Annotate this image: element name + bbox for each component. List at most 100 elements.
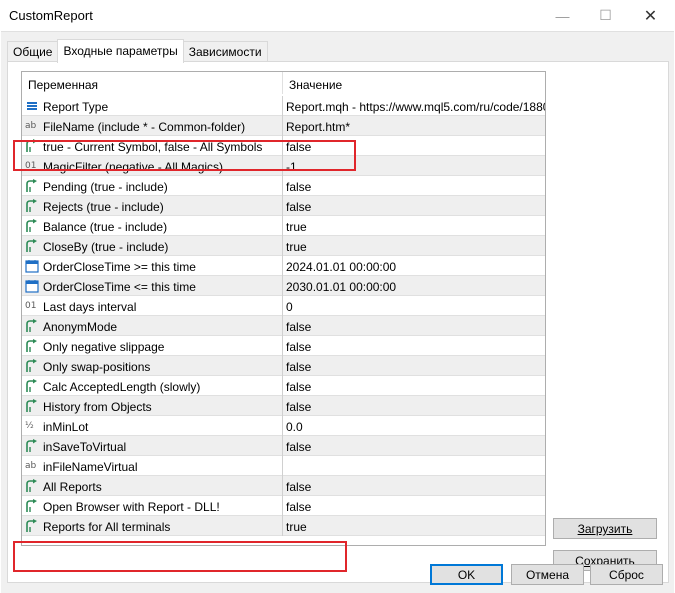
bool-icon <box>25 199 39 213</box>
table-row[interactable]: ab inFileNameVirtual <box>22 456 545 476</box>
parameter-name: Balance (true - include) <box>43 220 168 234</box>
parameter-name: Calc AcceptedLength (slowly) <box>43 380 201 394</box>
parameter-value[interactable]: false <box>286 360 311 374</box>
parameter-value[interactable]: true <box>286 520 307 534</box>
table-row[interactable]: ab FileName (include * - Common-folder) Re… <box>22 116 545 136</box>
bool-icon <box>25 239 39 253</box>
parameter-name: Pending (true - include) <box>43 180 168 194</box>
maximize-button[interactable]: ☐ <box>583 0 628 31</box>
parameter-name: inMinLot <box>43 420 89 434</box>
parameter-name: inFileNameVirtual <box>43 460 138 474</box>
tab-dependencies[interactable]: Зависимости <box>182 41 268 62</box>
tab-strip: Общие Входные параметры Зависимости <box>7 39 268 63</box>
table-row[interactable]: All Reports false <box>22 476 545 496</box>
parameter-value[interactable]: false <box>286 500 311 514</box>
parameter-name: OrderCloseTime >= this time <box>43 260 196 274</box>
table-row[interactable]: Only swap-positions false <box>22 356 545 376</box>
parameter-value[interactable]: false <box>286 440 311 454</box>
table-row[interactable]: Report Type Report.mqh - https://www.mql5… <box>22 96 545 116</box>
table-row[interactable]: AnonymMode false <box>22 316 545 336</box>
table-row[interactable]: CloseBy (true - include) true <box>22 236 545 256</box>
parameter-value[interactable]: false <box>286 400 311 414</box>
bool-icon <box>25 439 39 453</box>
parameter-value[interactable]: 2030.01.01 00:00:00 <box>286 280 396 294</box>
string-icon: ab <box>25 461 37 471</box>
reset-button[interactable]: Сброс <box>590 564 663 585</box>
close-button[interactable]: ✕ <box>628 0 673 31</box>
highlight-filename <box>13 140 356 171</box>
table-row[interactable]: OrderCloseTime >= this time 2024.01.01 00… <box>22 256 545 276</box>
parameter-value[interactable]: 0 <box>286 300 293 314</box>
enum-icon <box>25 99 39 113</box>
table-row[interactable]: ½ inMinLot 0.0 <box>22 416 545 436</box>
parameter-value[interactable]: Report.mqh - https://www.mql5.com/ru/cod… <box>286 100 545 114</box>
table-row[interactable]: Reports for All terminals true <box>22 516 545 536</box>
bool-icon <box>25 179 39 193</box>
table-row[interactable]: Balance (true - include) true <box>22 216 545 236</box>
table-row[interactable]: History from Objects false <box>22 396 545 416</box>
table-row[interactable]: inSaveToVirtual false <box>22 436 545 456</box>
bool-icon <box>25 519 39 533</box>
title-bar: CustomReport — ☐ ✕ <box>0 0 675 31</box>
dialog-body: Общие Входные параметры Зависимости Пере… <box>1 31 674 593</box>
calendar-icon <box>25 259 39 273</box>
parameter-value[interactable]: false <box>286 180 311 194</box>
parameter-name: AnonymMode <box>43 320 118 334</box>
table-row[interactable]: Open Browser with Report - DLL! false <box>22 496 545 516</box>
bool-icon <box>25 479 39 493</box>
bool-icon <box>25 379 39 393</box>
parameter-name: CloseBy (true - include) <box>43 240 169 254</box>
parameter-name: History from Objects <box>43 400 152 414</box>
highlight-all-terminals <box>13 541 347 572</box>
parameter-value[interactable]: Report.htm* <box>286 120 350 134</box>
bool-icon <box>25 499 39 513</box>
column-header-value[interactable]: Значение <box>289 78 342 92</box>
parameter-value[interactable]: false <box>286 340 311 354</box>
int-icon: 01 <box>25 301 37 311</box>
load-button[interactable]: Загрузить <box>553 518 657 539</box>
load-button-label: Загрузить <box>577 522 633 536</box>
table-row[interactable]: 01 Last days interval 0 <box>22 296 545 316</box>
bool-icon <box>25 399 39 413</box>
parameter-name: Reports for All terminals <box>43 520 171 534</box>
ok-button[interactable]: OK <box>430 564 503 585</box>
bool-icon <box>25 339 39 353</box>
parameter-name: FileName (include * - Common-folder) <box>43 120 246 134</box>
table-row[interactable]: Calc AcceptedLength (slowly) false <box>22 376 545 396</box>
parameter-value[interactable]: false <box>286 380 311 394</box>
parameter-value[interactable]: true <box>286 220 307 234</box>
parameter-value[interactable]: false <box>286 480 311 494</box>
table-row[interactable]: OrderCloseTime <= this time 2030.01.01 00… <box>22 276 545 296</box>
window-title: CustomReport <box>9 8 93 23</box>
string-icon: ab <box>25 121 37 131</box>
tab-input-parameters[interactable]: Входные параметры <box>57 39 184 63</box>
minimize-button[interactable]: — <box>540 0 585 31</box>
column-header-variable[interactable]: Переменная <box>28 78 98 92</box>
parameter-name: OrderCloseTime <= this time <box>43 280 196 294</box>
bool-icon <box>25 359 39 373</box>
tab-general[interactable]: Общие <box>7 41 59 62</box>
table-row[interactable]: Only negative slippage false <box>22 336 545 356</box>
parameter-value[interactable]: false <box>286 200 311 214</box>
parameter-name: Last days interval <box>43 300 137 314</box>
parameter-value[interactable]: true <box>286 240 307 254</box>
table-row[interactable]: Rejects (true - include) false <box>22 196 545 216</box>
parameter-value[interactable]: 0.0 <box>286 420 303 434</box>
parameter-name: inSaveToVirtual <box>43 440 127 454</box>
parameter-value[interactable]: 2024.01.01 00:00:00 <box>286 260 396 274</box>
bool-icon <box>25 219 39 233</box>
parameter-name: Rejects (true - include) <box>43 200 164 214</box>
table-row[interactable]: Pending (true - include) false <box>22 176 545 196</box>
parameter-name: Report Type <box>43 100 109 114</box>
parameter-name: Open Browser with Report - DLL! <box>43 500 220 514</box>
parameter-name: Only negative slippage <box>43 340 165 354</box>
parameter-name: Only swap-positions <box>43 360 151 374</box>
parameter-value[interactable]: false <box>286 320 311 334</box>
double-icon: ½ <box>25 421 34 431</box>
parameter-name: All Reports <box>43 480 102 494</box>
bool-icon <box>25 319 39 333</box>
tab-panel: Переменная Значение Report Type Report.mq… <box>7 61 669 583</box>
cancel-button[interactable]: Отмена <box>511 564 584 585</box>
calendar-icon <box>25 279 39 293</box>
grid-header: Переменная Значение <box>22 72 545 94</box>
